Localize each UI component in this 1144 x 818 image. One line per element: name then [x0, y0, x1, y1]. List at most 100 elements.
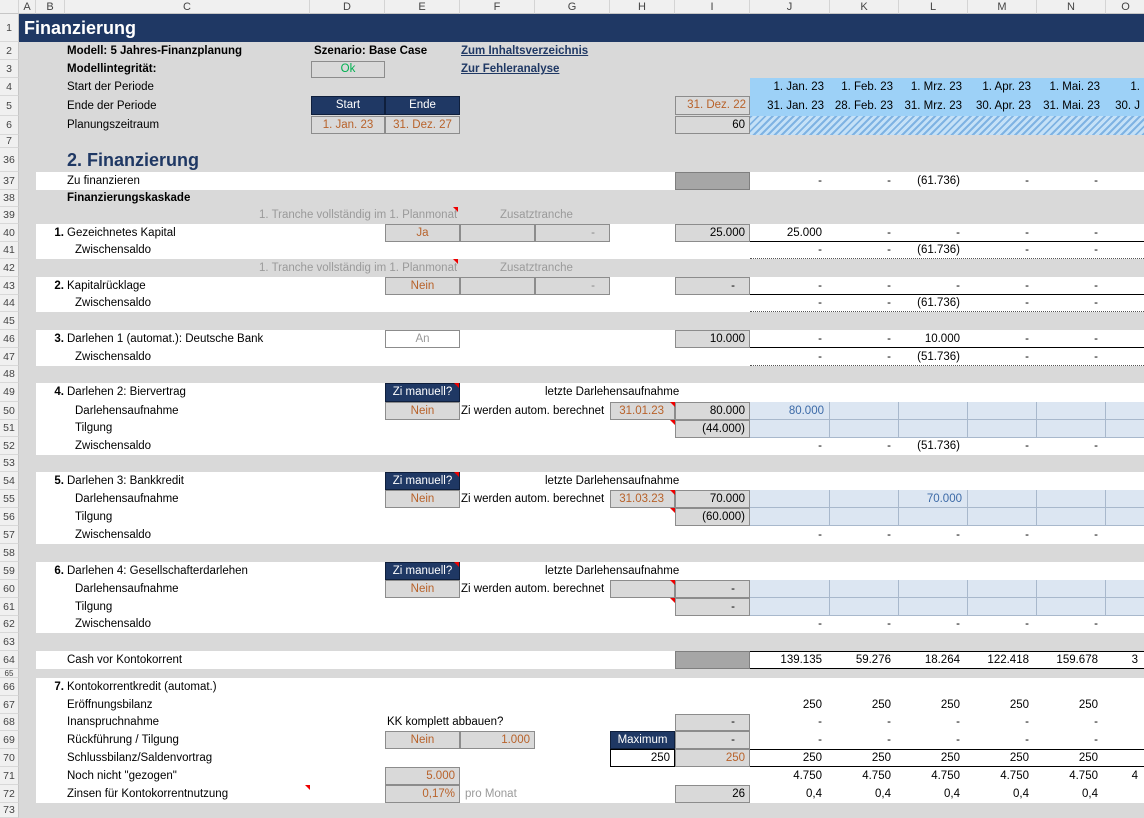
- column-header-b[interactable]: B: [36, 0, 65, 14]
- row-header-70[interactable]: 70: [0, 749, 19, 767]
- row-header-68[interactable]: 68: [0, 714, 19, 731]
- column-header-i[interactable]: I: [675, 0, 750, 14]
- repayment-input-cell[interactable]: [899, 598, 968, 616]
- row-header-5[interactable]: 5: [0, 96, 19, 116]
- column-header-c[interactable]: C: [65, 0, 310, 14]
- toc-link[interactable]: Zum Inhaltsverzeichnis: [461, 42, 601, 60]
- repayment-input-cell[interactable]: [968, 420, 1037, 438]
- row-header-63[interactable]: 63: [0, 633, 19, 651]
- repayment-input-cell[interactable]: [1106, 508, 1144, 526]
- end-date-input[interactable]: 31. Dez. 27: [385, 116, 460, 134]
- row-header-7[interactable]: 7: [0, 135, 19, 148]
- error-analysis-link[interactable]: Zur Fehleranalyse: [461, 60, 601, 78]
- repayment-input-cell[interactable]: [968, 598, 1037, 616]
- repayment-input-cell[interactable]: [968, 508, 1037, 526]
- row-header-71[interactable]: 71: [0, 767, 19, 785]
- row-header-2[interactable]: 2: [0, 42, 19, 60]
- row-header-73[interactable]: 73: [0, 803, 19, 818]
- row-header-60[interactable]: 60: [0, 580, 19, 598]
- row-header-3[interactable]: 3: [0, 60, 19, 78]
- repayment-input-cell[interactable]: [750, 508, 830, 526]
- corner-cell[interactable]: [0, 0, 19, 14]
- row-header-6[interactable]: 6: [0, 116, 19, 135]
- capital-extra-empty[interactable]: [460, 224, 535, 242]
- last-drawdown-date[interactable]: 31.03.23: [610, 490, 675, 508]
- row-header-46[interactable]: 46: [0, 330, 19, 348]
- column-header-d[interactable]: D: [310, 0, 385, 14]
- row-header-4[interactable]: 4: [0, 78, 19, 96]
- row-header-1[interactable]: 1: [0, 14, 19, 42]
- row-header-67[interactable]: 67: [0, 696, 19, 714]
- interest-rate-input[interactable]: 0,17%: [385, 785, 460, 803]
- row-header-43[interactable]: 43: [0, 277, 19, 295]
- integrity-status[interactable]: Ok: [311, 61, 385, 78]
- row-header-49[interactable]: 49: [0, 383, 19, 402]
- row-header-54[interactable]: 54: [0, 472, 19, 490]
- row-header-58[interactable]: 58: [0, 544, 19, 562]
- drawdown-input-cell[interactable]: [1106, 580, 1144, 598]
- manual-interest-flag[interactable]: Nein: [385, 402, 460, 420]
- reserve-extra-empty[interactable]: [460, 277, 535, 295]
- row-header-55[interactable]: 55: [0, 490, 19, 508]
- row-header-40[interactable]: 40: [0, 224, 19, 242]
- column-header-m[interactable]: M: [968, 0, 1037, 14]
- repayment-input-cell[interactable]: [1037, 598, 1106, 616]
- row-header-47[interactable]: 47: [0, 348, 19, 366]
- row-header-64[interactable]: 64: [0, 651, 19, 669]
- row-header-66[interactable]: 66: [0, 678, 19, 696]
- repayment-input-cell[interactable]: [1106, 598, 1144, 616]
- row-header-52[interactable]: 52: [0, 437, 19, 455]
- column-header-h[interactable]: H: [610, 0, 675, 14]
- last-drawdown-date[interactable]: 31.01.23: [610, 402, 675, 420]
- row-header-38[interactable]: 38: [0, 190, 19, 207]
- row-header-62[interactable]: 62: [0, 616, 19, 633]
- loan1-toggle[interactable]: An: [385, 330, 460, 348]
- row-header-50[interactable]: 50: [0, 402, 19, 420]
- row-header-59[interactable]: 59: [0, 562, 19, 580]
- column-header-e[interactable]: E: [385, 0, 460, 14]
- repayment-input-cell[interactable]: [899, 420, 968, 438]
- column-header-l[interactable]: L: [899, 0, 968, 14]
- row-header-45[interactable]: 45: [0, 312, 19, 330]
- repayment-input-cell[interactable]: [750, 420, 830, 438]
- capital-extra-tranche[interactable]: -: [535, 224, 610, 242]
- repayment-input-cell[interactable]: [899, 508, 968, 526]
- row-header-69[interactable]: 69: [0, 731, 19, 749]
- last-drawdown-date[interactable]: [610, 580, 675, 598]
- repayment-input-cell[interactable]: [1106, 420, 1144, 438]
- row-header-42[interactable]: 42: [0, 259, 19, 277]
- repayment-input-cell[interactable]: [750, 598, 830, 616]
- column-header-a[interactable]: A: [19, 0, 36, 14]
- drawdown-input-cell[interactable]: [1106, 402, 1144, 420]
- repayment-input-cell[interactable]: [830, 420, 899, 438]
- row-header-37[interactable]: 37: [0, 172, 19, 190]
- row-header-48[interactable]: 48: [0, 366, 19, 383]
- repayment-input-cell[interactable]: [830, 508, 899, 526]
- repayment-input-cell[interactable]: [830, 598, 899, 616]
- repayment-input-cell[interactable]: [1037, 420, 1106, 438]
- reserve-extra-tranche[interactable]: -: [535, 277, 610, 295]
- repayment-input-cell[interactable]: [1037, 508, 1106, 526]
- column-header-g[interactable]: G: [535, 0, 610, 14]
- overdraft-limit-input[interactable]: 5.000: [385, 767, 460, 785]
- overdraft-repay-amount[interactable]: 1.000: [460, 731, 535, 749]
- row-header-65[interactable]: 65: [0, 669, 19, 678]
- row-header-53[interactable]: 53: [0, 455, 19, 472]
- row-header-41[interactable]: 41: [0, 242, 19, 259]
- capital-tranche-flag[interactable]: Ja: [385, 224, 460, 242]
- column-header-f[interactable]: F: [460, 0, 535, 14]
- manual-interest-flag[interactable]: Nein: [385, 490, 460, 508]
- row-header-61[interactable]: 61: [0, 598, 19, 616]
- column-header-o[interactable]: O: [1106, 0, 1144, 14]
- start-date-input[interactable]: 1. Jan. 23: [311, 116, 385, 134]
- row-header-72[interactable]: 72: [0, 785, 19, 803]
- column-header-j[interactable]: J: [750, 0, 830, 14]
- row-header-56[interactable]: 56: [0, 508, 19, 526]
- row-header-57[interactable]: 57: [0, 526, 19, 544]
- column-header-n[interactable]: N: [1037, 0, 1106, 14]
- manual-interest-flag[interactable]: Nein: [385, 580, 460, 598]
- drawdown-input-cell[interactable]: [1106, 490, 1144, 508]
- row-header-39[interactable]: 39: [0, 207, 19, 224]
- row-header-36[interactable]: 36: [0, 148, 19, 172]
- reserve-tranche-flag[interactable]: Nein: [385, 277, 460, 295]
